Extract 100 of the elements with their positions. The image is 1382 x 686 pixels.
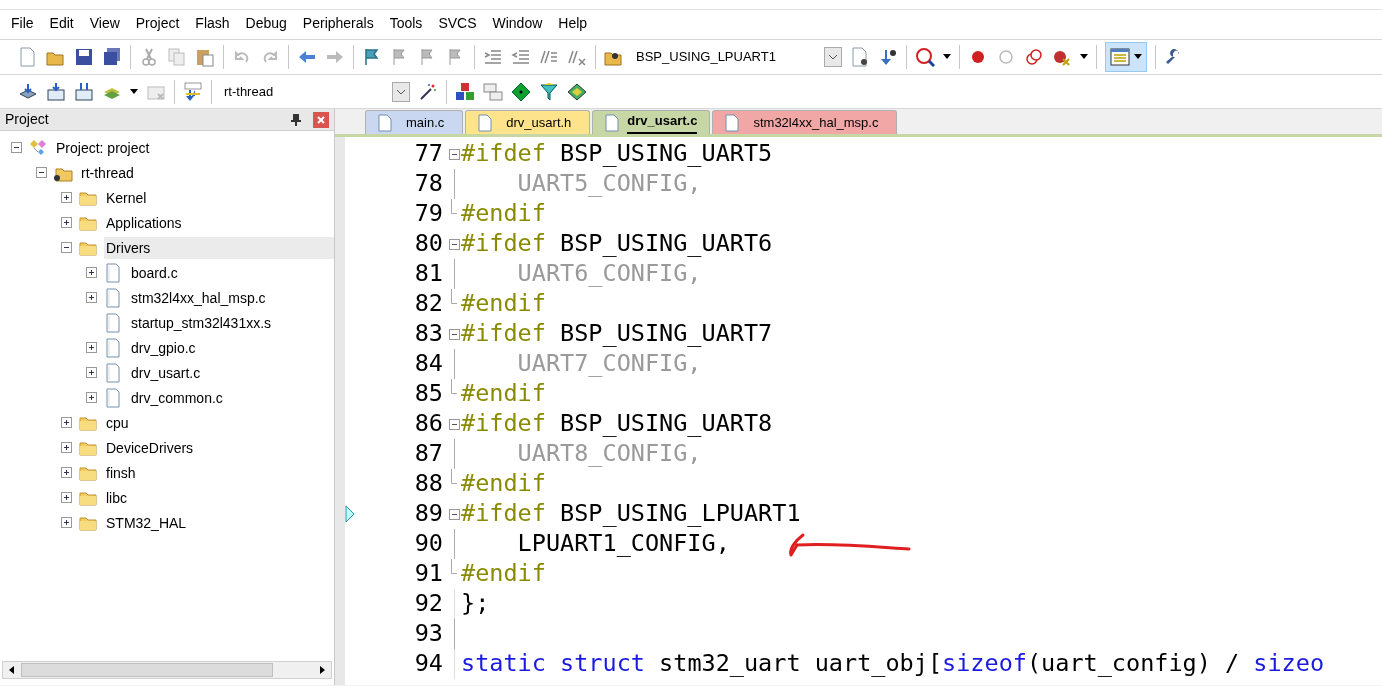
line-number: 85 [413, 378, 444, 410]
define-combo[interactable]: BSP_USING_LPUART1 [632, 47, 824, 67]
expand-icon[interactable] [60, 442, 72, 453]
expand-icon[interactable] [60, 467, 72, 478]
file-icon [725, 113, 740, 132]
code-line: #endif [461, 378, 546, 410]
tree-item[interactable]: Kernel [104, 186, 149, 209]
breakpoints-disable-all-icon[interactable] [1024, 47, 1044, 67]
pack-icon[interactable] [567, 81, 587, 102]
line-number: 83 [413, 318, 444, 350]
code-line: UART6_CONFIG, [516, 258, 702, 290]
dropdown-icon[interactable] [392, 81, 410, 102]
code-line: #endif [461, 198, 546, 230]
caret-icon [1134, 54, 1142, 60]
expand-icon[interactable] [85, 367, 97, 378]
horizontal-scrollbar[interactable] [2, 661, 332, 679]
line-number: 90 [413, 528, 444, 560]
code-line: #ifdef BSP_USING_UART6 [461, 228, 773, 260]
tree-item[interactable]: STM32_HAL [104, 511, 189, 534]
tree-item[interactable]: rt-thread [79, 161, 136, 184]
tree-item[interactable]: cpu [104, 411, 131, 434]
tree-item[interactable]: DeviceDrivers [104, 436, 196, 459]
tree-item[interactable]: startup_stm32l431xx.s [129, 311, 274, 334]
expand-icon[interactable] [60, 417, 72, 428]
code-line: #ifdef BSP_USING_UART7 [461, 318, 773, 350]
editor-tab[interactable]: drv_usart.h [465, 110, 591, 134]
menu-item[interactable]: Window [484, 10, 551, 36]
expand-icon[interactable] [85, 392, 97, 403]
code-line: }; [461, 588, 490, 620]
menu-item[interactable]: Project [127, 10, 188, 36]
save-all-icon[interactable] [102, 47, 122, 67]
expand-icon[interactable] [85, 267, 97, 278]
expand-icon[interactable] [60, 217, 72, 228]
menu-item[interactable]: Flash [187, 10, 238, 36]
menu-item[interactable]: Edit [41, 10, 82, 36]
rebuild-icon[interactable] [74, 81, 94, 102]
expand-icon[interactable] [60, 517, 72, 528]
tree-item[interactable]: board.c [129, 261, 180, 284]
fold-icon[interactable] [448, 508, 460, 520]
panel-title: Project [5, 110, 50, 129]
editor-tab[interactable]: drv_usart.c [592, 110, 711, 134]
line-number: 89 [413, 498, 444, 530]
code-line: LPUART1_CONFIG, [516, 528, 730, 560]
line-number: 94 [413, 648, 444, 680]
scrollbar-thumb[interactable] [21, 663, 273, 677]
fold-icon[interactable] [448, 148, 460, 160]
fold-icon[interactable] [448, 238, 460, 250]
menu-item[interactable]: SVCS [430, 10, 485, 36]
tree-item[interactable]: drv_usart.c [129, 361, 203, 384]
menu-item[interactable]: View [81, 10, 128, 36]
window-layout-button[interactable] [1105, 42, 1147, 72]
menu-item[interactable]: Debug [237, 10, 295, 36]
editor-tab[interactable]: stm32l4xx_hal_msp.c [712, 110, 898, 134]
download-icon[interactable] [183, 81, 203, 102]
tree-item[interactable]: stm32l4xx_hal_msp.c [129, 286, 268, 309]
tree-item[interactable]: libc [104, 486, 129, 509]
caret-icon[interactable] [943, 54, 951, 60]
line-number: 93 [413, 618, 444, 650]
expand-icon[interactable] [60, 192, 72, 203]
expand-icon[interactable] [85, 342, 97, 353]
magic-wand-icon[interactable] [418, 81, 438, 102]
close-button[interactable] [313, 111, 329, 128]
tree-item[interactable]: Applications [104, 211, 184, 234]
build-icon[interactable] [46, 81, 66, 102]
tree-item[interactable]: Project: project [54, 136, 152, 159]
menu-item[interactable]: File [3, 10, 42, 36]
tree-item[interactable]: Drivers [104, 236, 334, 259]
fold-icon[interactable] [448, 328, 460, 340]
tree-item[interactable]: drv_common.c [129, 386, 225, 409]
code-line: #ifdef BSP_USING_UART8 [461, 408, 773, 440]
menu-item[interactable]: Tools [381, 10, 431, 36]
windows-stack-icon[interactable] [483, 81, 503, 102]
collapse-icon[interactable] [35, 167, 47, 178]
line-number: 87 [413, 438, 444, 470]
funnel-icon[interactable] [539, 81, 559, 102]
components-icon[interactable] [455, 81, 475, 102]
editor-tab[interactable]: main.c [365, 110, 464, 134]
collapse-icon[interactable] [60, 242, 72, 253]
collapse-icon[interactable] [10, 142, 22, 153]
find-doc-icon[interactable] [850, 47, 870, 67]
paste-icon[interactable] [195, 47, 215, 67]
incremental-find-icon[interactable] [878, 47, 898, 67]
tree-item[interactable]: finsh [104, 461, 138, 484]
menu-item[interactable]: Peripherals [294, 10, 382, 36]
file-icon [478, 113, 493, 132]
pin-icon[interactable] [291, 113, 301, 126]
menu-item[interactable]: Help [550, 10, 596, 36]
close-icon [317, 115, 325, 124]
diamond-icon[interactable] [511, 81, 531, 102]
caret-icon[interactable] [1080, 54, 1088, 60]
save-icon[interactable] [74, 47, 94, 67]
dropdown-icon[interactable] [824, 47, 842, 67]
expand-icon[interactable] [85, 292, 97, 303]
fold-icon[interactable] [448, 418, 460, 430]
caret-icon[interactable] [130, 88, 138, 95]
tree-item[interactable]: drv_gpio.c [129, 336, 198, 359]
fold-end-icon [450, 559, 458, 574]
debug-session-icon[interactable] [915, 47, 935, 67]
target-combo[interactable]: rt-thread [220, 81, 392, 102]
expand-icon[interactable] [60, 492, 72, 503]
